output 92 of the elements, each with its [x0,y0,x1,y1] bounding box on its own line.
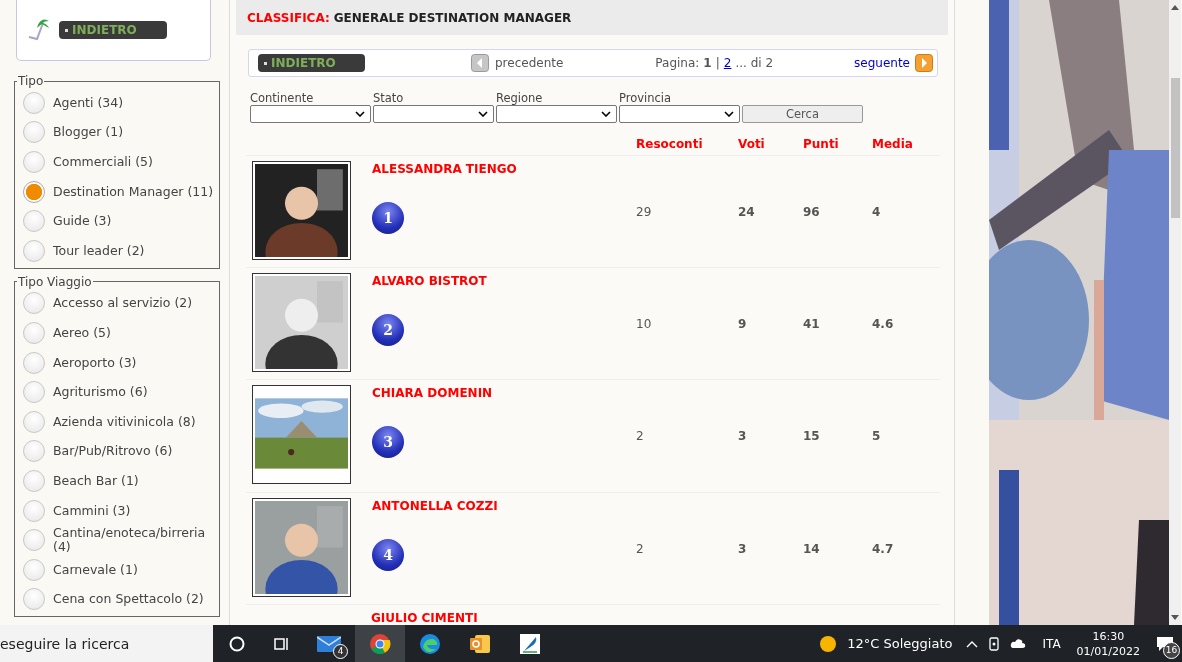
table-cell: 3 [738,429,747,444]
radio-option[interactable]: Agenti (34) [23,88,215,118]
header-label: CLASSIFICA: [247,10,330,25]
mail-icon[interactable] [317,634,341,653]
back-button[interactable]: INDIETRO [59,21,167,39]
search-button[interactable]: Cerca [742,105,863,124]
current-page: 1 [703,56,712,71]
table-cell: 3 [738,541,747,556]
radio-option[interactable]: Azienda vitivinicola (8) [23,406,215,437]
back-button[interactable]: INDIETRO [258,54,365,73]
clock-date[interactable]: 01/01/2022 [1076,643,1140,659]
person-name[interactable]: ALESSANDRA TIENGO [372,161,517,176]
chevron-up-icon[interactable] [966,639,979,648]
language-indicator[interactable]: ITA [1042,636,1061,651]
radio-option[interactable]: Agriturismo (6) [23,377,215,407]
chevron-down-icon [601,111,611,118]
rank-badge: 3 [372,426,404,459]
person-name[interactable]: ANTONELLA COZZI [372,498,498,513]
clock-time[interactable]: 16:30 [1092,628,1125,644]
edge-icon[interactable] [419,632,441,655]
previous-link[interactable]: precedente [495,56,564,71]
radio-option[interactable]: Commerciali (5) [23,147,215,177]
page-count: ... di 2 [735,56,774,71]
column-header: Voti [738,137,765,152]
scrollbar[interactable] [1169,0,1181,625]
filter-label: Stato [373,91,405,106]
person-name[interactable]: GIULIO CIMENTI [371,611,478,625]
cloud-icon[interactable] [1010,638,1027,649]
scroll-down-icon[interactable] [1171,615,1179,621]
radio-option[interactable]: Cammini (3) [23,495,215,526]
column-header: Media [872,137,913,152]
radio-option[interactable]: Blogger (1) [23,117,215,148]
radio-option[interactable]: Accesso al servizio (2) [23,288,215,319]
radio-option[interactable]: Aereo (5) [23,318,215,348]
table-cell: 9 [738,316,747,331]
radio-option[interactable]: Cantina/enoteca/birreria (4) [23,525,215,555]
filter-label: Continente [250,91,315,106]
radio-option[interactable]: Bar/Pub/Ritrovo (6) [23,436,215,467]
table-cell: 5 [872,429,881,444]
table-cell: 4.7 [872,541,894,556]
group-legend: Tipo [17,74,45,88]
table-cell: 2 [636,541,644,556]
scroll-up-icon[interactable] [1171,4,1179,10]
group-legend: Tipo Viaggio [17,274,93,289]
sun-icon[interactable] [819,634,838,653]
page-link[interactable]: 2 [723,56,732,71]
radio-option[interactable]: Guide (3) [23,206,215,236]
table-cell: 29 [636,204,652,219]
feather-app-icon[interactable] [519,632,541,655]
radio-option[interactable]: Tour leader (2) [23,235,215,266]
person-name[interactable]: CHIARA DOMENIN [372,386,493,401]
rank-badge: 4 [372,538,404,571]
page-separator: | [715,56,720,71]
rank-badge: 1 [372,201,404,234]
table-cell: 2 [636,429,644,444]
radio-option[interactable]: Cena con Spettacolo (2) [23,584,215,615]
page-label: Pagina: [655,56,700,71]
outlook-icon[interactable] [469,632,491,655]
device-icon[interactable] [988,636,1001,651]
column-header: Resoconti [636,137,703,152]
dropdown[interactable] [619,105,740,124]
chevron-down-icon [355,111,365,118]
task-view-icon[interactable] [273,635,289,652]
radio-option[interactable]: Carnevale (1) [23,554,215,585]
table-cell: 96 [803,204,820,219]
dropdown[interactable] [496,105,617,124]
dropdown[interactable] [250,105,371,124]
rank-badge: 2 [372,313,404,346]
chrome-icon[interactable] [369,632,391,655]
table-cell: 24 [738,204,755,219]
table-cell: 14 [803,541,820,556]
weather-text[interactable]: 12°C Soleggiato [847,636,953,651]
filter-label: Provincia [619,91,673,106]
dropdown[interactable] [373,105,494,124]
person-name[interactable]: ALVARO BISTROT [372,273,487,288]
table-cell: 4 [872,204,881,219]
table-cell: 15 [803,429,820,444]
header-title: GENERALE DESTINATION MANAGER [333,10,572,25]
table-cell: 41 [803,316,820,331]
chevron-down-icon [478,111,488,118]
table-cell: 4.6 [872,316,894,331]
radio-option[interactable]: Aeroporto (3) [23,347,215,378]
chevron-down-icon [724,111,734,118]
radio-option[interactable]: Beach Bar (1) [23,466,215,496]
taskbar-search-field[interactable]: eseguire la ricerca [0,625,213,662]
circle-icon[interactable] [229,635,245,652]
table-cell: 10 [636,316,652,331]
scroll-thumb[interactable] [1170,78,1180,218]
next-link[interactable]: seguente [854,56,910,71]
filter-label: Regione [496,91,544,106]
column-header: Punti [803,137,839,152]
radio-option[interactable]: Destination Manager (11) [23,176,215,207]
